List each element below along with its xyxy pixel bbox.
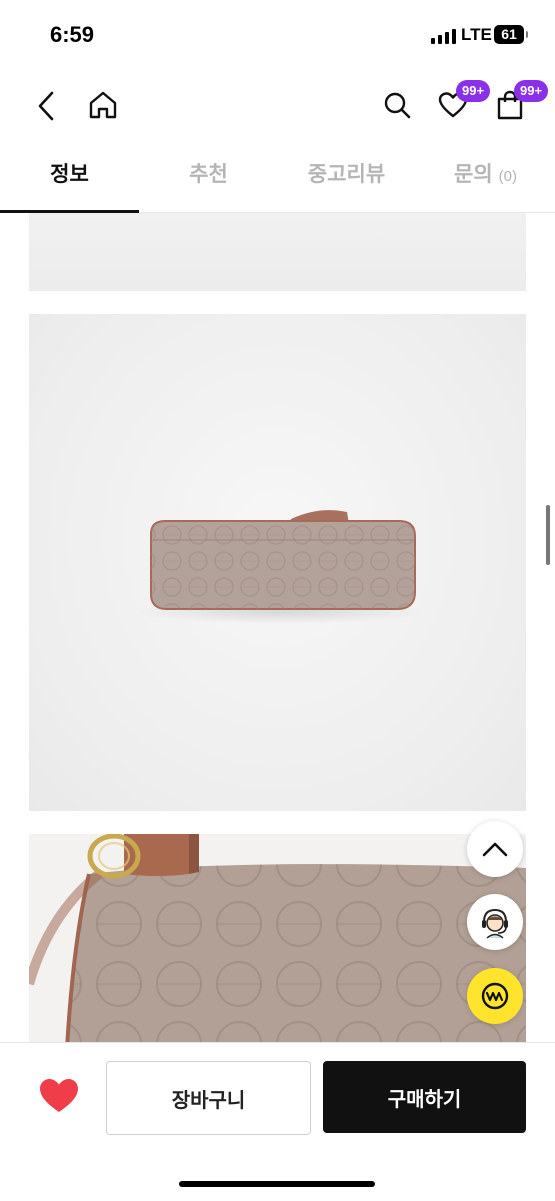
chevron-up-icon [482, 842, 508, 857]
top-nav-bar: 99+ 99+ [0, 70, 555, 142]
product-image-1 [29, 213, 526, 291]
home-icon [89, 91, 117, 119]
tab-inquiry-label: 문의 [454, 163, 493, 186]
customer-support-button[interactable] [467, 894, 523, 950]
like-button[interactable] [38, 1077, 80, 1117]
status-bar: 6:59 LTE 61 [0, 0, 555, 70]
home-indicator [179, 1181, 375, 1187]
heart-filled-icon [40, 1079, 78, 1112]
product-image-2 [29, 314, 526, 811]
support-agent-icon [482, 908, 508, 939]
status-time: 6:59 [50, 22, 95, 47]
won-chat-button[interactable] [467, 968, 523, 1024]
add-to-cart-button[interactable]: 장바구니 [106, 1061, 311, 1135]
wishlist-count-badge: 99+ [456, 80, 491, 102]
tab-used-reviews-label: 중고리뷰 [307, 163, 386, 186]
bag-closeup-photo [29, 834, 526, 1049]
won-chat-icon [481, 982, 509, 1010]
tab-recommend[interactable]: 추천 [139, 142, 278, 212]
bag-bottom-photo [136, 510, 426, 624]
signal-icon [431, 28, 456, 44]
tab-info-label: 정보 [50, 163, 89, 186]
back-button[interactable] [30, 88, 62, 124]
product-image-3 [29, 834, 526, 1049]
product-tabs: 정보 추천 중고리뷰 문의 (0) [0, 142, 555, 213]
back-icon [38, 91, 54, 121]
battery-icon: 61 [494, 25, 528, 44]
tab-recommend-label: 추천 [189, 163, 228, 186]
network-label: LTE [461, 25, 492, 44]
tab-used-reviews[interactable]: 중고리뷰 [277, 142, 416, 212]
search-icon [384, 92, 411, 119]
cart-count-badge: 99+ [514, 80, 549, 102]
home-button[interactable] [84, 86, 122, 124]
tab-info[interactable]: 정보 [0, 142, 139, 213]
search-button[interactable] [378, 86, 416, 124]
scroll-indicator[interactable] [546, 505, 550, 565]
bottom-action-bar: 장바구니 구매하기 [0, 1042, 555, 1201]
tab-inquiry[interactable]: 문의 (0) [416, 142, 555, 212]
scroll-to-top-button[interactable] [467, 821, 523, 877]
tab-inquiry-count: (0) [498, 168, 517, 185]
buy-now-button[interactable]: 구매하기 [323, 1061, 526, 1133]
